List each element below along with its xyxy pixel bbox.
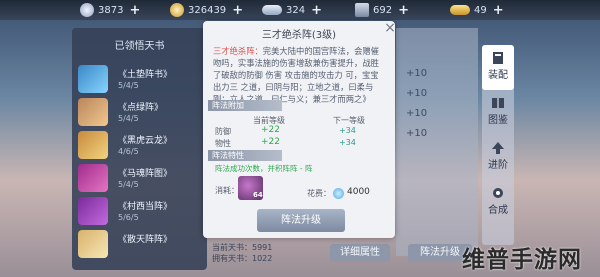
book-meta: 5/4/5 (118, 180, 139, 189)
book-list-title: 已领悟天书 (114, 41, 165, 52)
book-item[interactable]: 《点绿阵》 5/4/5 (78, 98, 206, 127)
book-meta: 5/4/5 (118, 81, 139, 90)
section-label-bonus: 阵法附加 (208, 100, 282, 111)
silver-coin-icon (333, 188, 344, 199)
book-list-panel: 已领悟天书 《土垫阵书》 5/4/5 《点绿阵》 5/4/5 《黑虎云龙》 4/… (72, 28, 207, 270)
advance-icon (492, 142, 504, 154)
book-thumbnail (78, 230, 108, 258)
book-meta: 4/6/5 (118, 147, 139, 156)
formation-upgrade-button[interactable]: 阵法升级 (257, 209, 345, 232)
tab-label: 进阶 (488, 160, 508, 171)
book-name: 《黑虎云龙》 (118, 136, 173, 146)
book-item[interactable]: 《马魂阵图》 5/4/5 (78, 164, 206, 193)
cost-label: 花费： (307, 189, 331, 198)
description-highlight: 三才绝杀阵： (213, 46, 263, 56)
stat-value: +10 (406, 108, 428, 119)
site-watermark: 维普手游网 (462, 247, 582, 273)
resource-gem: 692 + (355, 2, 409, 18)
trait-text: 阵法成功次数，并积阵阵 - 阵 (215, 164, 313, 173)
book-thumbnail (78, 197, 108, 225)
stat-value: +10 (406, 68, 428, 79)
add-ingot-button[interactable]: + (311, 3, 322, 18)
book-thumbnail (78, 65, 108, 93)
add-gem-button[interactable]: + (398, 3, 409, 18)
compose-icon (493, 188, 503, 198)
stat-value: +10 (406, 128, 428, 139)
resource-silver: 3873 + (80, 2, 140, 18)
points-line: 拥有天书：1022 (212, 254, 273, 263)
tab-label: 合成 (488, 205, 508, 216)
tab-label: 图鉴 (488, 115, 508, 126)
book-item[interactable]: 《散天阵阵》 (78, 230, 206, 259)
book-item[interactable]: 《黑虎云龙》 4/6/5 (78, 131, 206, 160)
resource-ingot: 324 + (262, 2, 322, 18)
side-nav: 装配 图鉴 进阶 合成 (482, 45, 514, 245)
points-line: 当前天书：5991 (212, 243, 273, 252)
stat-label: 防御 (215, 127, 231, 136)
stat-current: +22 (261, 125, 280, 135)
silver-coin-icon (80, 3, 94, 17)
book-icon (493, 52, 503, 64)
book-thumbnail (78, 164, 108, 192)
section-label-trait: 阵法特性 (208, 150, 282, 161)
detail-attributes-button[interactable]: 详细属性 (330, 244, 390, 262)
points-summary: 当前天书：5991 拥有天书：1022 (212, 242, 272, 264)
book-name: 《村西当阵》 (118, 202, 173, 212)
tab-equip[interactable]: 装配 (482, 45, 514, 90)
close-icon[interactable]: × (383, 21, 397, 35)
tab-advance[interactable]: 进阶 (482, 135, 514, 180)
material-count: 64 (253, 191, 263, 199)
tab-label: 装配 (488, 70, 508, 81)
book-meta: 5/4/5 (118, 114, 139, 123)
catalog-icon (492, 98, 504, 108)
gem-icon (355, 3, 369, 17)
book-name: 《马魂阵图》 (118, 169, 173, 179)
stat-label: 物性 (215, 139, 231, 148)
resource-value: 326439 (188, 4, 227, 16)
stat-current: +22 (261, 137, 280, 147)
stat-value: +10 (406, 88, 428, 99)
add-silver-button[interactable]: + (129, 3, 140, 18)
add-gold-button[interactable]: + (232, 3, 243, 18)
book-meta: 5/6/5 (118, 213, 139, 222)
resource-value: 3873 (98, 4, 124, 16)
stat-next: +34 (339, 138, 356, 147)
book-name: 《散天阵阵》 (118, 235, 173, 245)
resource-value: 324 (286, 4, 306, 16)
formation-detail-popup: 三才绝杀阵(3级) × 三才绝杀阵：完美大陆中的国宫阵法，会赠催吻吗，实事法施的… (203, 21, 397, 238)
popup-title: 三才绝杀阵(3级) (261, 30, 337, 41)
resource-value: 49 (474, 4, 487, 16)
book-name: 《点绿阵》 (118, 103, 164, 113)
resource-gold: 326439 + (170, 2, 243, 18)
column-next: 下一等级 (333, 116, 365, 125)
resource-value: 692 (373, 4, 393, 16)
tab-catalog[interactable]: 图鉴 (482, 90, 514, 135)
formation-stats-panel: +10 +10 +10 +10 (396, 28, 478, 256)
formation-description: 三才绝杀阵：完美大陆中的国宫阵法，会赠催吻吗，实事法施的伤害增敌兼伤害提升，战胜… (213, 45, 385, 105)
silver-ingot-icon (262, 5, 282, 15)
book-name: 《土垫阵书》 (118, 70, 173, 80)
book-thumbnail (78, 131, 108, 159)
resource-gold-ingot: 49 + (450, 2, 504, 18)
tab-compose[interactable]: 合成 (482, 180, 514, 225)
book-item[interactable]: 《土垫阵书》 5/4/5 (78, 65, 206, 94)
gold-coin-icon (170, 3, 184, 17)
cost-value: 4000 (347, 187, 370, 197)
gold-ingot-icon (450, 5, 470, 15)
book-item[interactable]: 《村西当阵》 5/6/5 (78, 197, 206, 226)
add-gold-ingot-button[interactable]: + (493, 3, 504, 18)
book-thumbnail (78, 98, 108, 126)
resource-bar: 3873 + 326439 + 324 + 692 + 49 + (0, 0, 600, 20)
stat-next: +34 (339, 126, 356, 135)
consume-label: 消耗： (215, 186, 239, 195)
